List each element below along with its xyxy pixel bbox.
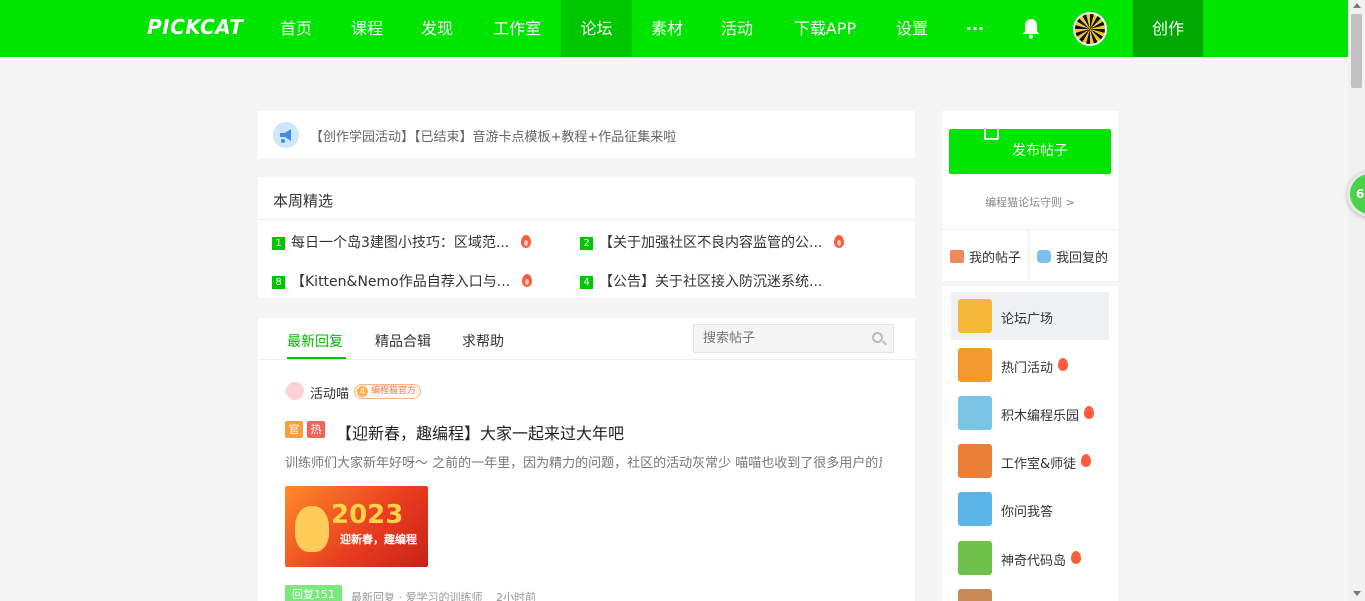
rank-badge: 8: [272, 276, 285, 289]
divider: [1028, 230, 1029, 282]
hot-fire-icon: [1081, 454, 1091, 467]
board-label: 神奇代码岛: [1001, 554, 1067, 569]
hot-fire-icon: [1071, 551, 1081, 564]
rank-badge: 4: [580, 276, 593, 289]
hot-fire-icon: [522, 274, 533, 287]
publish-post-button[interactable]: 发布帖子: [949, 129, 1111, 174]
announcement-bar: 【创作学园活动】【已结束】音游卡点模板+教程+作品征集来啦: [258, 111, 915, 158]
post-excerpt[interactable]: 训练师们大家新年好呀～ 之前的一年里，因为精力的问题，社区的活动灰常少 喵喵也收…: [285, 452, 882, 471]
nav-item-activities[interactable]: 活动: [709, 0, 765, 57]
nav-item-courses[interactable]: 课程: [339, 0, 395, 57]
scrollbar-thumb[interactable]: [1351, 14, 1362, 88]
rank-badge: 1: [272, 237, 285, 250]
official-badge: 编程猫官方: [354, 384, 422, 399]
weekly-item[interactable]: 1 每日一个岛3建图小技巧：区域范...: [272, 232, 532, 252]
official-tag: 官: [285, 421, 303, 438]
studio-mentor-icon: [958, 444, 992, 478]
weekly-item[interactable]: 4 【公告】关于社区接入防沉迷系统...: [580, 271, 822, 291]
author-avatar[interactable]: [286, 382, 304, 400]
divider: [258, 219, 915, 220]
clipboard-icon: [950, 250, 964, 263]
board-item-code-island[interactable]: 神奇代码岛: [951, 534, 1109, 582]
nav-item-discover[interactable]: 发现: [409, 0, 465, 57]
reply-timestamp: 2小时前: [496, 591, 536, 601]
tab-help[interactable]: 求帮助: [462, 331, 504, 351]
user-avatar[interactable]: [1073, 12, 1107, 46]
divider: [258, 359, 915, 360]
megaphone-icon: [273, 122, 299, 148]
create-button[interactable]: 创作: [1133, 0, 1203, 57]
code-island-icon: [958, 541, 992, 575]
top-nav: PICKCAT 首页 课程 发现 工作室 论坛 素材 活动 下载APP 设置 ·…: [0, 0, 1348, 57]
board-icon: [958, 589, 992, 601]
site-logo[interactable]: PICKCAT: [147, 15, 243, 39]
forum-square-icon: [958, 299, 992, 333]
tab-latest-replies[interactable]: 最新回复: [287, 331, 343, 351]
post-thumbnail[interactable]: 2023 迎新春，趣编程: [285, 486, 428, 567]
board-label: 你问我答: [1001, 505, 1054, 520]
nav-item-download-app[interactable]: 下载APP: [783, 0, 867, 57]
weekly-item-title: 【公告】关于社区接入防沉迷系统...: [599, 274, 823, 290]
hot-fire-icon: [834, 235, 845, 248]
board-label: 热门活动: [1001, 361, 1054, 376]
block-coding-icon: [958, 396, 992, 430]
weekly-item[interactable]: 2 【关于加强社区不良内容监管的公...: [580, 232, 845, 252]
search-icon[interactable]: [872, 332, 883, 343]
my-activity: 我的帖子 我回复的: [942, 229, 1118, 282]
scroll-down-arrow-icon[interactable]: [1353, 591, 1361, 596]
board-label: 积木编程乐园: [1001, 409, 1080, 424]
hot-fire-icon: [1058, 358, 1068, 371]
chat-bubble-icon: [1037, 250, 1051, 263]
hot-events-icon: [958, 348, 992, 382]
nav-more-icon[interactable]: ···: [955, 0, 995, 57]
weekly-item[interactable]: 8 【Kitten&Nemo作品自荐入口与...: [272, 271, 533, 291]
hot-tag: 热: [307, 421, 325, 438]
page-scrollbar[interactable]: [1348, 0, 1365, 601]
nav-item-studio[interactable]: 工作室: [480, 0, 554, 57]
nav-item-home[interactable]: 首页: [268, 0, 324, 57]
board-item-block-coding[interactable]: 积木编程乐园: [951, 389, 1109, 437]
board-item-hot-events[interactable]: 热门活动: [951, 341, 1109, 389]
my-posts-link[interactable]: 我的帖子: [950, 247, 1021, 266]
reply-count-badge: 回复151: [285, 585, 342, 601]
weekly-item-title: 【关于加强社区不良内容监管的公...: [599, 235, 823, 251]
nav-item-materials[interactable]: 素材: [639, 0, 695, 57]
cat-mascot-icon: [295, 506, 329, 552]
hot-fire-icon: [521, 235, 532, 248]
weekly-picks-title: 本周精选: [273, 192, 334, 210]
bell-icon[interactable]: [1020, 17, 1042, 39]
post-title[interactable]: 【迎新春，趣编程】大家一起来过大年吧: [336, 420, 624, 444]
board-label: 工作室&师徒: [1001, 457, 1077, 472]
latest-reply-info: 最新回复 · 爱学习的训练师: [351, 591, 483, 601]
hot-fire-icon: [1084, 406, 1094, 419]
board-item-studio-mentor[interactable]: 工作室&师徒: [951, 437, 1109, 485]
my-replies-link[interactable]: 我回复的: [1037, 247, 1108, 266]
announcement-link[interactable]: 【创作学园活动】【已结束】音游卡点模板+教程+作品征集来啦: [310, 126, 676, 145]
rank-badge: 2: [580, 237, 593, 250]
nav-item-forum[interactable]: 论坛: [561, 0, 632, 57]
board-item-qa[interactable]: 你问我答: [951, 485, 1109, 533]
edit-icon: [984, 125, 999, 140]
my-posts-label: 我的帖子: [969, 251, 1022, 266]
nav-item-settings[interactable]: 设置: [884, 0, 940, 57]
search-posts-input[interactable]: [693, 324, 894, 353]
tab-featured[interactable]: 精品合辑: [375, 331, 431, 351]
qa-icon: [958, 492, 992, 526]
sidebar-actions: 发布帖子 编程猫论坛守则 >: [942, 111, 1118, 229]
weekly-item-title: 【Kitten&Nemo作品自荐入口与...: [291, 274, 511, 290]
scroll-up-arrow-icon[interactable]: [1353, 3, 1361, 8]
forum-rules-link[interactable]: 编程猫论坛守则 >: [942, 194, 1118, 210]
my-replies-label: 我回复的: [1056, 251, 1109, 266]
forum-boards: 论坛广场 热门活动 积木编程乐园 工作室&师徒 你问我答 神奇代码岛: [942, 286, 1118, 601]
board-item-forum-square[interactable]: 论坛广场: [951, 292, 1109, 340]
board-item-more[interactable]: [951, 582, 1109, 601]
weekly-picks: 本周精选 1 每日一个岛3建图小技巧：区域范... 2 【关于加强社区不良内容监管的…: [258, 177, 915, 298]
weekly-item-title: 每日一个岛3建图小技巧：区域范...: [291, 235, 510, 251]
post-feed: 最新回复 精品合辑 求帮助 活动喵 编程猫官方 官 热 【迎新春，趣编程】大家一…: [258, 318, 915, 601]
thumbnail-year: 2023: [331, 500, 404, 530]
thumbnail-caption: 迎新春，趣编程: [340, 533, 417, 546]
board-label: 论坛广场: [1001, 312, 1054, 327]
author-name[interactable]: 活动喵: [310, 383, 349, 402]
